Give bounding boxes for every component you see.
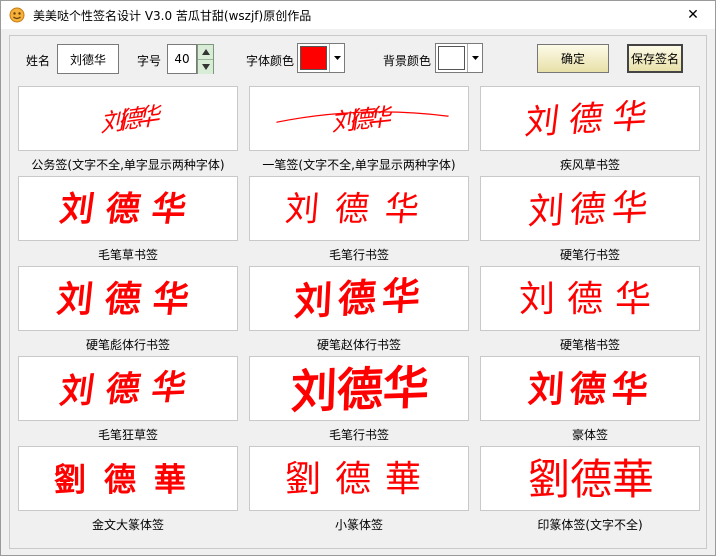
triangle-down-icon [201, 64, 210, 70]
signature-caption: 公务签(文字不全,单字显示两种字体) [31, 158, 225, 172]
signature-text: 刘德华 [527, 369, 656, 411]
name-label: 姓名 [26, 54, 51, 68]
signature-preview: 刘德华 [527, 187, 656, 231]
signature-card[interactable]: 刘德华 [249, 176, 469, 241]
chevron-down-icon [471, 56, 479, 60]
signature-preview: 刘德华 [293, 274, 427, 324]
size-stepper[interactable] [197, 44, 214, 74]
signature-text: 刘德华 [57, 190, 201, 230]
signature-caption: 毛笔狂草签 [97, 428, 158, 442]
size-input[interactable]: 40 [167, 44, 197, 74]
signature-preview: 刘德华 [290, 360, 430, 419]
signature-preview: 劉德華 [285, 459, 435, 500]
signature-card[interactable]: 刘德华 [18, 266, 238, 331]
bg-color-label: 背景颜色 [383, 54, 432, 68]
bg-color-swatch [438, 46, 466, 70]
name-input[interactable]: 刘德华 [57, 44, 119, 74]
signature-preview: 刘德华 [57, 367, 200, 412]
signature-card[interactable]: 刘德华 [249, 356, 469, 421]
close-button[interactable]: ✕ [671, 1, 715, 29]
font-color-picker[interactable] [297, 43, 345, 73]
signature-caption: 金文大篆体签 [91, 518, 164, 532]
signature-caption: 小篆体签 [334, 518, 383, 532]
signature-preview: 刘德华 [527, 369, 656, 411]
signature-caption: 毛笔行书签 [328, 248, 389, 262]
signature-card[interactable]: 刘德华 [480, 356, 700, 421]
size-label: 字号 [137, 54, 162, 68]
signature-text: 劉德華 [285, 459, 435, 500]
signature-text: 刘德华 [523, 96, 660, 143]
signature-preview: 刘德华 [57, 190, 201, 230]
save-signature-button[interactable]: 保存签名 [627, 44, 683, 73]
signature-caption: 毛笔行书签 [328, 428, 389, 442]
signature-text: 刘德华 [99, 100, 164, 137]
signature-card[interactable]: 刘德华 [480, 176, 700, 241]
chevron-down-icon [333, 56, 341, 60]
signature-preview: 刘德华 [55, 280, 203, 320]
signature-caption: 疾风草书签 [559, 158, 620, 172]
signature-preview: 劉德華 [528, 455, 654, 504]
size-down-button[interactable] [198, 59, 213, 74]
signature-card[interactable]: 劉德華 [18, 446, 238, 511]
signature-caption: 硬笔彪体行书签 [85, 338, 170, 352]
window-title: 美美哒个性签名设计 V3.0 苦瓜甘甜(wszjf)原创作品 [33, 8, 312, 23]
signature-caption: 硬笔赵体行书签 [316, 338, 401, 352]
font-color-label: 字体颜色 [246, 54, 295, 68]
signature-card[interactable]: 刘德华 [249, 86, 469, 151]
size-up-button[interactable] [198, 45, 213, 59]
signature-text: 刘德华 [57, 367, 200, 412]
signature-card[interactable]: 劉德華 [480, 446, 700, 511]
signature-text: 刘德华 [283, 190, 436, 230]
title-bar: 美美哒个性签名设计 V3.0 苦瓜甘甜(wszjf)原创作品 ✕ [1, 1, 715, 29]
signature-text: 刘德华 [293, 274, 427, 324]
signature-caption: 硬笔行书签 [559, 248, 620, 262]
signature-card[interactable]: 刘德华 [480, 86, 700, 151]
signature-card[interactable]: 刘德华 [249, 266, 469, 331]
signature-preview: 刘德华 [99, 100, 164, 137]
signature-caption: 豪体签 [571, 428, 608, 442]
signature-preview: 刘德华 [519, 279, 663, 320]
confirm-button[interactable]: 确定 [537, 44, 609, 73]
font-color-dropdown[interactable] [329, 44, 344, 72]
bg-color-picker[interactable] [435, 43, 483, 73]
signature-preview: 劉德華 [54, 461, 204, 499]
signature-card[interactable]: 刘德华 [480, 266, 700, 331]
signature-preview: 刘德华 [276, 102, 449, 137]
bg-color-dropdown[interactable] [467, 44, 482, 72]
close-icon: ✕ [687, 7, 699, 23]
signature-preview: 刘德华 [283, 190, 436, 230]
app-window: 美美哒个性签名设计 V3.0 苦瓜甘甜(wszjf)原创作品 ✕ 姓名 刘德华 … [0, 0, 716, 556]
signature-text: 劉德華 [528, 455, 654, 504]
app-logo-icon [9, 7, 25, 23]
signature-text: 刘德华 [290, 360, 430, 419]
signature-card[interactable]: 刘德华 [18, 176, 238, 241]
signature-caption: 硬笔楷书签 [559, 338, 620, 352]
signature-caption: 印篆体签(文字不全) [537, 518, 643, 532]
signature-text: 刘德华 [55, 280, 203, 320]
signature-text: 刘德华 [527, 187, 656, 231]
signature-preview: 刘德华 [523, 96, 660, 143]
font-color-swatch [300, 46, 328, 70]
signature-card[interactable]: 刘德华 [18, 86, 238, 151]
signature-text: 刘德华 [519, 279, 663, 320]
signature-card[interactable]: 刘德华 [18, 356, 238, 421]
triangle-up-icon [201, 49, 210, 55]
signature-card[interactable]: 劉德華 [249, 446, 469, 511]
signature-text: 刘德华 [331, 102, 395, 137]
signature-caption: 一笔签(文字不全,单字显示两种字体) [262, 158, 456, 172]
signature-caption: 毛笔草书签 [97, 248, 158, 262]
signature-text: 劉德華 [54, 461, 204, 499]
